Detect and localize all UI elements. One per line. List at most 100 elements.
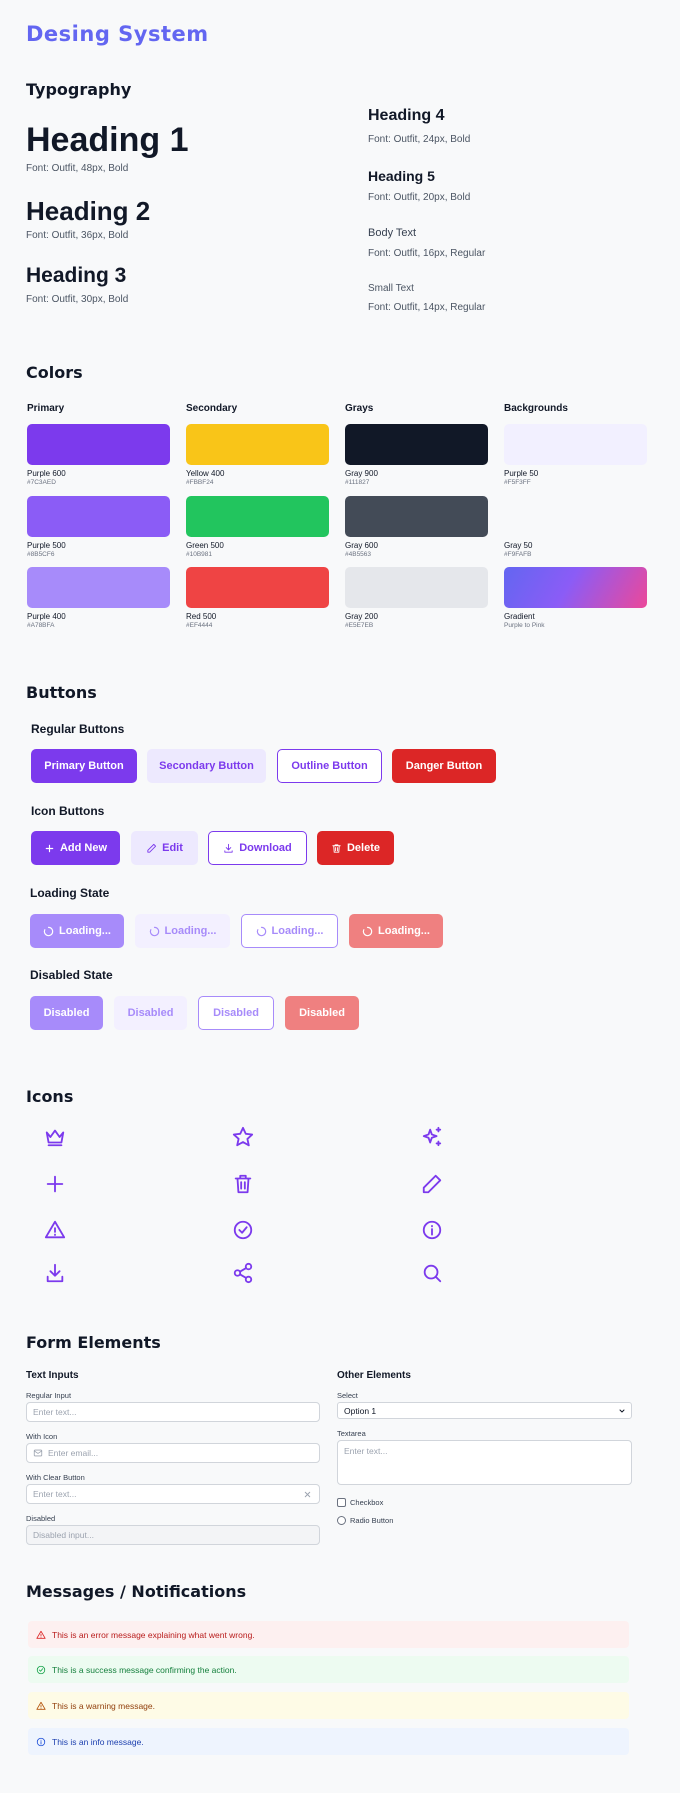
clearable-input[interactable]: Enter text...: [26, 1484, 320, 1504]
select-dropdown[interactable]: Option 1: [337, 1402, 632, 1419]
color-swatch-hex: #10B981: [186, 551, 213, 558]
color-swatch-hex: #A78BFA: [27, 622, 55, 629]
color-swatch-hex: #7C3AED: [27, 479, 56, 486]
color-swatch: [186, 567, 329, 608]
color-swatch-hex: #8B5CF6: [27, 551, 55, 558]
other-elements-title: Other Elements: [337, 1370, 411, 1381]
loading-label: Loading...: [59, 925, 111, 937]
color-swatch-hex: Purple to Pink: [504, 622, 545, 629]
typography-title: Typography: [26, 80, 132, 99]
disabled-secondary-button[interactable]: Disabled: [114, 996, 187, 1030]
checkbox-label: Checkbox: [350, 1498, 384, 1507]
color-group-title: Grays: [345, 403, 374, 414]
trash-icon: [332, 843, 341, 853]
mail-icon: [33, 1449, 43, 1457]
textarea-field[interactable]: Enter text...: [337, 1440, 632, 1485]
loading-primary-button[interactable]: Loading...: [30, 914, 124, 948]
success-message: This is a success message confirming the…: [28, 1656, 629, 1683]
add-new-button[interactable]: Add New: [31, 831, 120, 865]
color-swatch-hex: #EF4444: [186, 622, 213, 629]
color-swatch-name: Purple 400: [27, 612, 66, 621]
disabled-danger-button[interactable]: Disabled: [285, 996, 359, 1030]
email-field[interactable]: Enter email...: [26, 1443, 320, 1463]
spinner-icon: [256, 926, 266, 936]
plus-icon: [45, 844, 54, 852]
color-swatch-hex: #F9FAFB: [504, 551, 532, 558]
heading-4-note: Font: Outfit, 24px, Bold: [368, 134, 471, 145]
disabled-primary-button[interactable]: Disabled: [30, 996, 103, 1030]
loading-danger-button[interactable]: Loading...: [349, 914, 443, 948]
warning-icon: [44, 1219, 66, 1241]
warning-message: This is a warning message.: [28, 1692, 629, 1719]
disabled-input[interactable]: Disabled input...: [26, 1525, 320, 1545]
delete-label: Delete: [346, 842, 381, 854]
error-message: This is an error message explaining what…: [28, 1621, 629, 1648]
color-swatch-name: Gray 900: [345, 469, 378, 478]
color-swatch-name: Gray 200: [345, 612, 378, 621]
disabled-outline-button[interactable]: Disabled: [198, 996, 274, 1030]
color-group-title: Primary: [27, 403, 65, 414]
download-icon: [224, 843, 233, 853]
color-swatch-hex: #F5F3FF: [504, 479, 531, 486]
textarea-label: Textarea: [337, 1429, 366, 1438]
warning-message-text: This is a warning message.: [52, 1700, 155, 1711]
color-swatch-name: Gradient: [504, 612, 535, 621]
secondary-button[interactable]: Secondary Button: [147, 749, 266, 783]
color-swatch-name: Purple 600: [27, 469, 66, 478]
regular-buttons-title: Regular Buttons: [31, 722, 125, 736]
close-icon[interactable]: [303, 1490, 312, 1499]
color-swatch-name: Yellow 400: [186, 469, 225, 478]
star-icon: [232, 1126, 254, 1148]
info-icon: [421, 1219, 443, 1241]
regular-input[interactable]: Enter text...: [26, 1402, 320, 1422]
app-logo: Desing System: [26, 22, 209, 46]
checkbox-input[interactable]: [337, 1498, 346, 1507]
small-text-note: Font: Outfit, 14px, Regular: [368, 302, 486, 313]
check-circle-icon: [232, 1219, 254, 1241]
color-swatch: [504, 424, 647, 465]
download-label: Download: [239, 842, 292, 854]
plus-icon: [44, 1173, 66, 1195]
select-value: Option 1: [344, 1405, 377, 1416]
loading-state-title: Loading State: [30, 886, 110, 900]
loading-outline-button[interactable]: Loading...: [241, 914, 338, 948]
color-swatch-hex: #FBBF24: [186, 479, 214, 486]
pencil-icon: [147, 843, 157, 853]
share-icon: [232, 1262, 254, 1284]
delete-button[interactable]: Delete: [317, 831, 394, 865]
body-text-sample: Body Text: [368, 227, 417, 239]
error-message-text: This is an error message explaining what…: [52, 1629, 255, 1640]
heading-3-sample: Heading 3: [26, 264, 127, 287]
color-swatch: [504, 567, 647, 608]
color-swatch-hex: #111827: [345, 479, 370, 486]
info-message: This is an info message.: [28, 1728, 629, 1755]
with-icon-label: With Icon: [26, 1432, 58, 1441]
loading-secondary-button[interactable]: Loading...: [135, 914, 230, 948]
info-message-text: This is an info message.: [52, 1736, 144, 1747]
spinner-icon: [362, 926, 373, 936]
radio-input[interactable]: [337, 1516, 346, 1525]
color-swatch: [186, 496, 329, 537]
color-swatch-name: Gray 600: [345, 541, 378, 550]
heading-1-sample: Heading 1: [26, 121, 189, 159]
loading-label: Loading...: [164, 925, 217, 937]
loading-label: Loading...: [378, 925, 430, 937]
color-swatch-hex: #E5E7EB: [345, 622, 374, 629]
email-placeholder: Enter email...: [48, 1448, 99, 1458]
color-swatch: [345, 567, 488, 608]
primary-button[interactable]: Primary Button: [31, 749, 137, 783]
heading-2-note: Font: Outfit, 36px, Bold: [26, 230, 129, 241]
edit-label: Edit: [162, 842, 183, 854]
edit-button[interactable]: Edit: [131, 831, 198, 865]
heading-5-note: Font: Outfit, 20px, Bold: [368, 192, 471, 203]
danger-button[interactable]: Danger Button: [392, 749, 496, 783]
heading-5-sample: Heading 5: [368, 168, 435, 184]
color-swatch: [27, 496, 170, 537]
check-circle-icon: [36, 1665, 46, 1674]
disabled-state-title: Disabled State: [30, 968, 113, 982]
color-swatch: [27, 567, 170, 608]
search-icon: [421, 1262, 443, 1284]
color-group-title: Backgrounds: [504, 403, 568, 414]
download-button[interactable]: Download: [208, 831, 307, 865]
outline-button[interactable]: Outline Button: [277, 749, 382, 783]
